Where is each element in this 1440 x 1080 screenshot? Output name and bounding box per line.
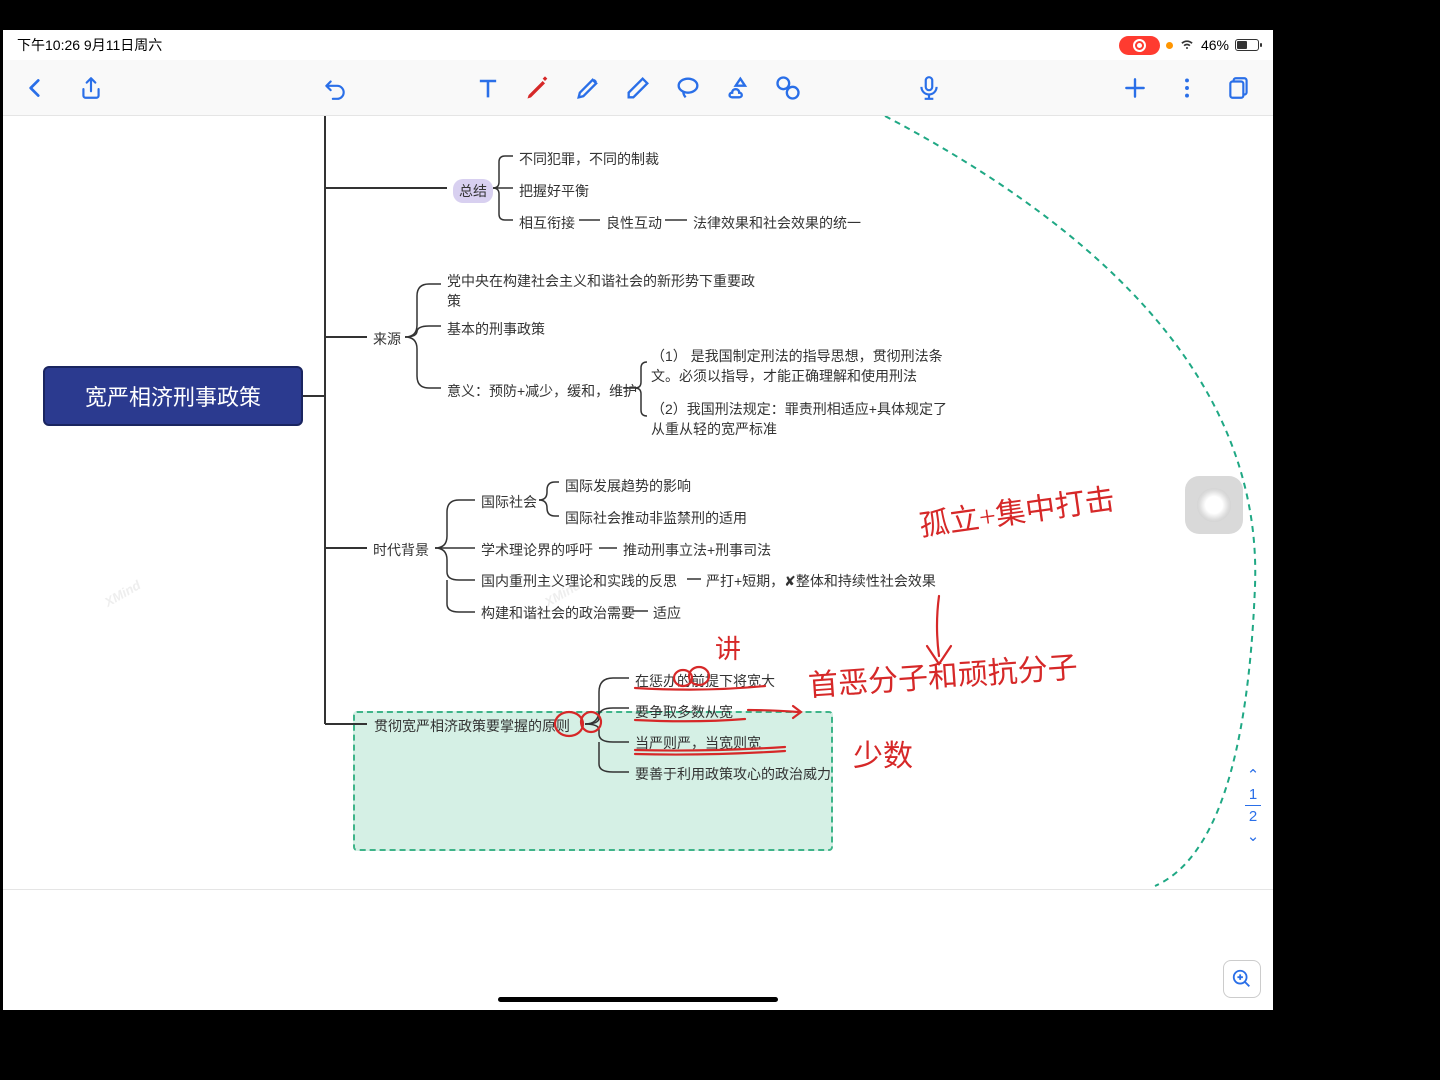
node[interactable]: 当严则严，当宽则宽 [635, 733, 761, 753]
chevron-up-icon[interactable]: ⌃ [1247, 766, 1260, 784]
page-indicator[interactable]: ⌃ 1 2 ⌄ [1245, 766, 1261, 845]
node[interactable]: （2）我国刑法规定：罪责刑相适应+具体规定了从重从轻的宽严标准 [651, 399, 951, 439]
handwriting-1: 孤立+集中打击 [917, 483, 1117, 543]
home-indicator[interactable] [498, 997, 778, 1002]
eraser-tool[interactable] [624, 74, 652, 102]
node-source[interactable]: 来源 [373, 329, 401, 349]
node[interactable]: 不同犯罪，不同的制裁 [519, 149, 659, 169]
highlighter-tool[interactable] [574, 74, 602, 102]
node[interactable]: 把握好平衡 [519, 181, 589, 201]
lasso-tool[interactable] [674, 74, 702, 102]
battery-percent: 46% [1201, 37, 1229, 53]
assistive-touch[interactable] [1185, 476, 1243, 534]
back-button[interactable] [21, 74, 49, 102]
screen-record-indicator[interactable] [1119, 36, 1160, 55]
app-window: 下午10:26 9月11日周六 46% [3, 30, 1273, 1010]
node[interactable]: 国际社会推动非监禁刑的适用 [565, 508, 747, 528]
wifi-icon [1179, 35, 1195, 55]
handwriting-2: 首恶分子和顽抗分子 [807, 651, 1079, 703]
node[interactable]: 适应 [653, 603, 681, 623]
node[interactable]: 法律效果和社会效果的统一 [693, 213, 861, 233]
node-principles[interactable]: 贯彻宽严相济政策要掌握的原则 [374, 716, 570, 736]
app-toolbar [3, 60, 1273, 116]
battery-icon [1235, 39, 1259, 51]
node[interactable]: 意义：预防+减少，缓和，维护 [447, 381, 637, 401]
more-button[interactable] [1173, 74, 1201, 102]
note-canvas[interactable]: XMind XMind 宽严相济刑事政策 总结 不同犯罪，不同的制裁 把握好平衡… [3, 116, 1273, 1010]
node[interactable]: 在惩办的前提下将宽大 [635, 671, 775, 691]
undo-button[interactable] [321, 74, 349, 102]
node[interactable]: 国际社会 [481, 492, 537, 512]
status-time-date: 下午10:26 9月11日周六 [17, 35, 162, 55]
node-era[interactable]: 时代背景 [373, 540, 429, 560]
node[interactable]: 要争取多数从宽 [635, 702, 733, 722]
text-tool[interactable] [474, 74, 502, 102]
node[interactable]: 国内重刑主义理论和实践的反思 [481, 571, 677, 591]
node[interactable]: 要善于利用政策攻心的政治威力 [635, 764, 831, 784]
connectors-overlay: 孤立+集中打击 首恶分子和顽抗分子 少数 讲 [3, 116, 1273, 1010]
pages-button[interactable] [1225, 74, 1253, 102]
share-button[interactable] [77, 74, 105, 102]
node-summary[interactable]: 总结 [453, 179, 493, 203]
page-separator [3, 889, 1273, 890]
node[interactable]: 学术理论界的呼吁 [481, 540, 593, 560]
page-total: 2 [1249, 808, 1257, 825]
page-current: 1 [1249, 786, 1257, 803]
node[interactable]: 相互衔接 [519, 213, 575, 233]
pen-tool[interactable] [524, 74, 552, 102]
shape-tool[interactable] [724, 74, 752, 102]
handwriting-4: 讲 [715, 635, 741, 664]
node[interactable]: 基本的刑事政策 [447, 319, 545, 339]
letterbox-right [1273, 0, 1440, 1080]
mindmap-root[interactable]: 宽严相济刑事政策 [43, 366, 303, 426]
node[interactable]: 良性互动 [606, 213, 662, 233]
node[interactable]: 推动刑事立法+刑事司法 [623, 540, 771, 560]
ruler-tool[interactable] [774, 74, 802, 102]
node[interactable]: 严打+短期，✘整体和持续性社会效果 [706, 571, 936, 591]
zoom-button[interactable] [1223, 960, 1261, 998]
mic-button[interactable] [915, 74, 943, 102]
node[interactable]: 党中央在构建社会主义和谐社会的新形势下重要政策 [447, 271, 757, 311]
add-button[interactable] [1121, 74, 1149, 102]
root-label: 宽严相济刑事政策 [85, 380, 261, 412]
drawing-tools [474, 74, 802, 102]
handwriting-3: 少数 [853, 740, 913, 773]
node[interactable]: 构建和谐社会的政治需要 [481, 603, 635, 623]
mic-in-use-dot [1166, 42, 1173, 49]
node[interactable]: （1） 是我国制定刑法的指导思想，贯彻刑法条文。必须以指导，才能正确理解和使用刑… [651, 346, 951, 386]
node[interactable]: 国际发展趋势的影响 [565, 476, 691, 496]
chevron-down-icon[interactable]: ⌄ [1247, 827, 1260, 845]
ios-status-bar: 下午10:26 9月11日周六 46% [3, 30, 1273, 60]
